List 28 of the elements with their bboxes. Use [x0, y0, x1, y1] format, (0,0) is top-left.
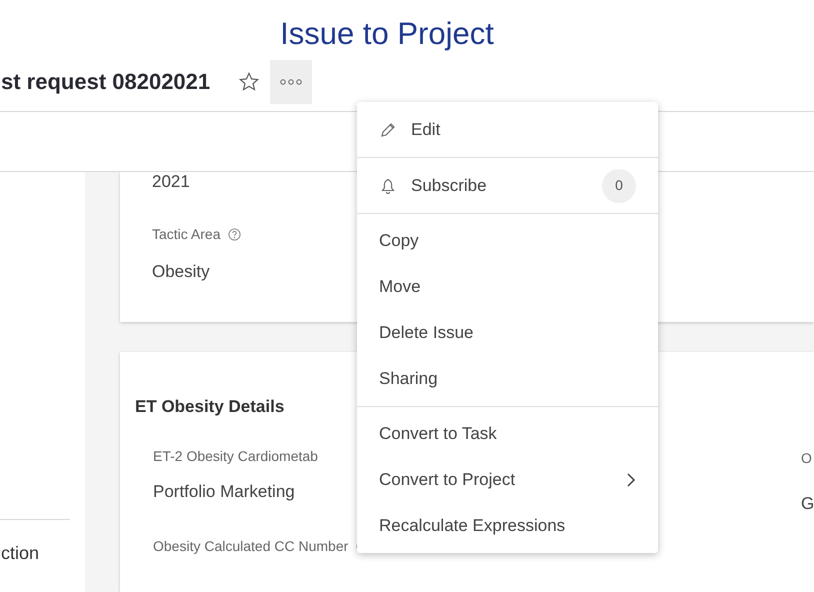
- menu-item[interactable]: Delete Issue: [357, 310, 658, 356]
- help-icon[interactable]: [228, 228, 242, 241]
- menu-item[interactable]: Convert to Project: [357, 457, 658, 503]
- star-icon[interactable]: [238, 70, 260, 92]
- menu-item[interactable]: Subscribe 0: [357, 158, 658, 213]
- menu-item[interactable]: Move: [357, 264, 658, 310]
- field-label: O: [801, 449, 813, 468]
- field-value: Portfolio Marketing: [152, 480, 295, 502]
- field-label: ET-2 Obesity Cardiometab: [153, 446, 318, 466]
- more-icon: [280, 78, 302, 84]
- issue-title: st request 08202021: [1, 68, 210, 96]
- field-label: Tactic Area: [152, 225, 220, 244]
- field-value: Obesity: [152, 261, 210, 283]
- menu-item[interactable]: Copy: [357, 218, 658, 264]
- section-label: ction: [1, 542, 40, 565]
- count-badge: 0: [602, 168, 636, 202]
- menu-item[interactable]: Sharing: [357, 356, 658, 402]
- pencil-icon: [379, 120, 397, 138]
- more-button[interactable]: [270, 60, 312, 104]
- bell-icon: [379, 176, 397, 194]
- menu-item[interactable]: Recalculate Expressions: [357, 503, 658, 549]
- slide-title: Issue to Project: [280, 16, 494, 52]
- menu-item[interactable]: Convert to Task: [357, 411, 658, 457]
- field-value: G: [801, 493, 814, 515]
- field-label: Obesity Calculated CC Number: [153, 537, 348, 556]
- menu-item[interactable]: Edit: [357, 102, 658, 157]
- section-title: ET Obesity Details: [135, 396, 284, 418]
- field-value: 2021: [152, 172, 190, 192]
